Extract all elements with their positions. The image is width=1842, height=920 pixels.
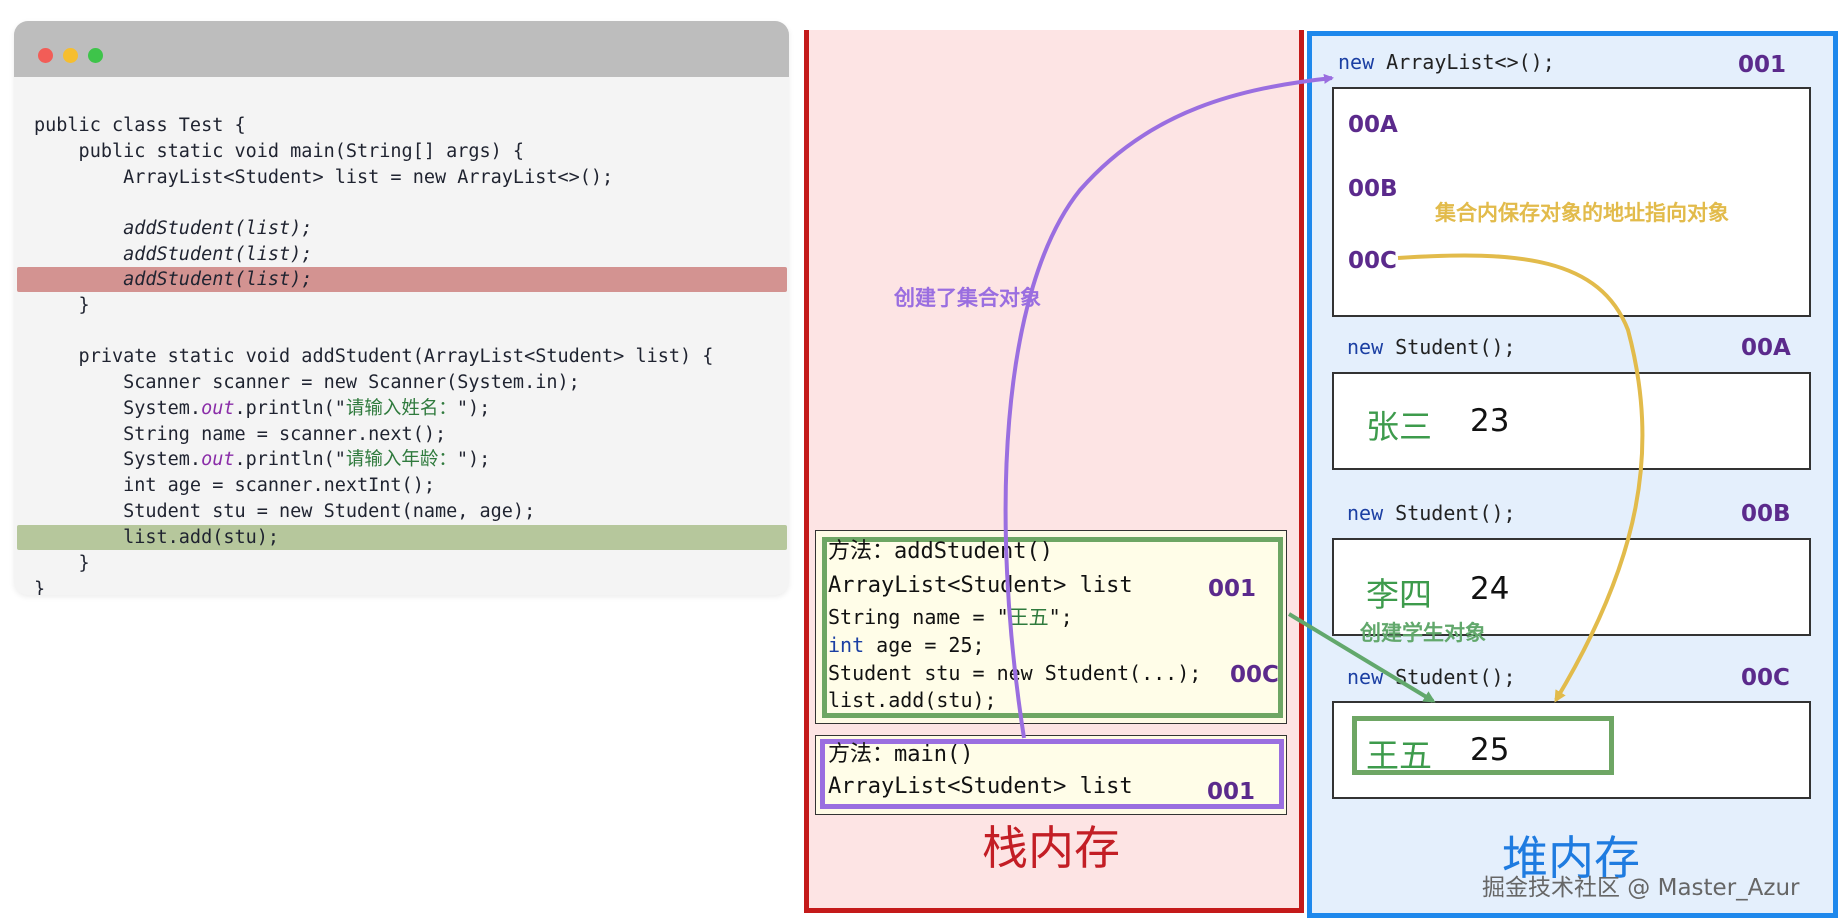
reference-arrows — [1003, 73, 1645, 739]
watermark: 掘金技术社区 @ Master_Azur — [1482, 875, 1800, 901]
annotation-create-collection: 创建了集合对象 — [894, 286, 1041, 310]
annotation-create-student: 创建学生对象 — [1360, 621, 1486, 645]
annotation-collection-holds-addresses: 集合内保存对象的地址指向对象 — [1435, 201, 1729, 225]
arrow-create-collection — [1003, 73, 1334, 739]
